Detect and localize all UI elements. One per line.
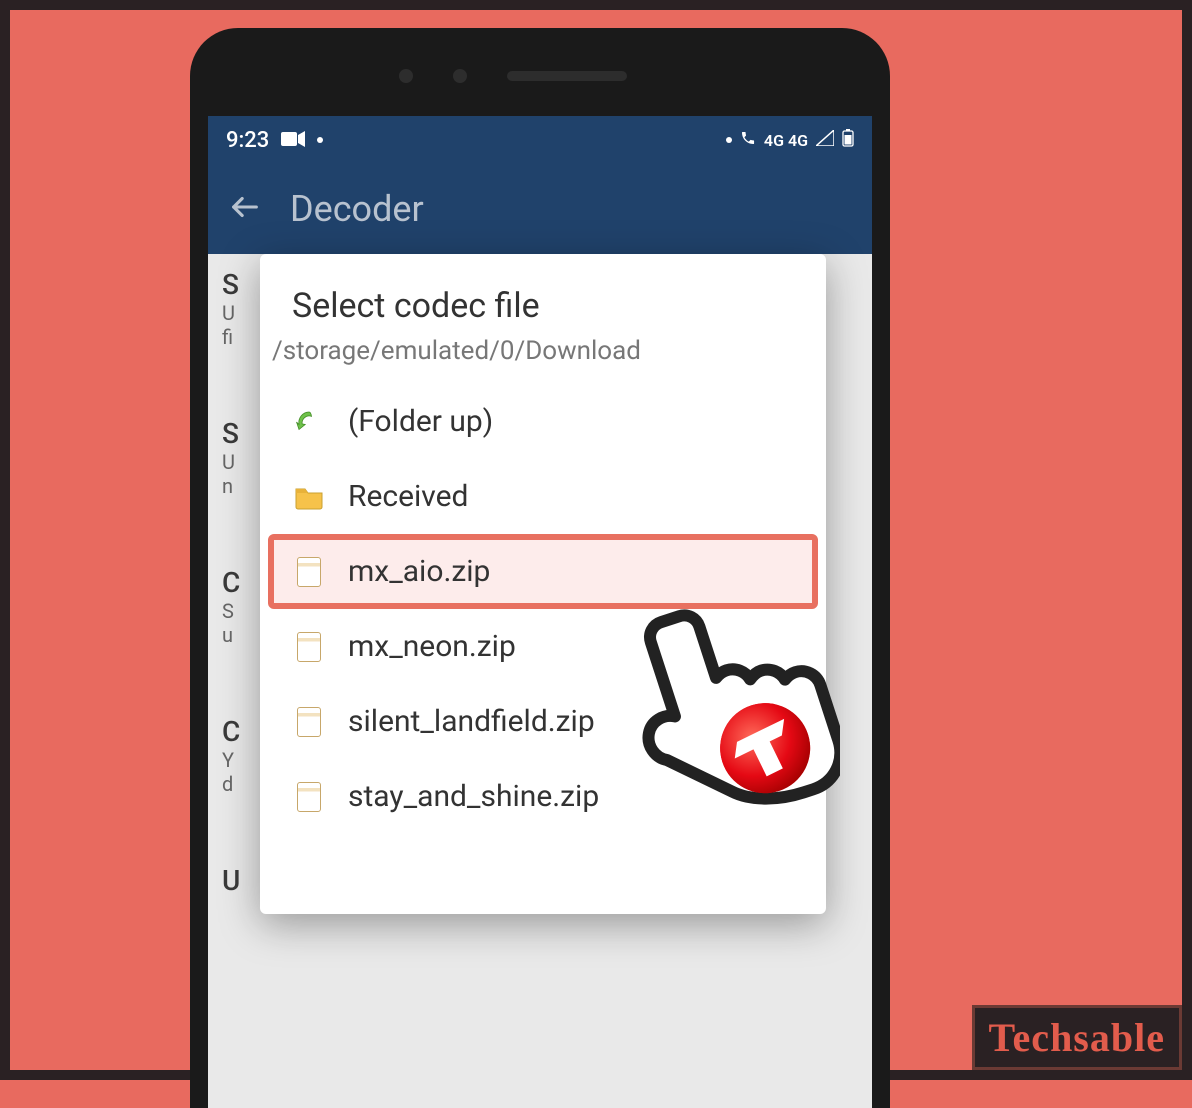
phone-icon <box>740 130 756 150</box>
phone-screen: 9:23 4G 4G <box>208 116 872 1108</box>
file-label: stay_and_shine.zip <box>348 779 599 814</box>
dot-icon <box>726 137 732 143</box>
folder-up-label: (Folder up) <box>348 404 493 439</box>
phone-sensors <box>208 46 872 106</box>
document-icon <box>292 555 326 589</box>
battery-icon <box>842 129 854 151</box>
network-label: 4G 4G <box>764 131 808 150</box>
file-label: silent_landfield.zip <box>348 704 595 739</box>
folder-up-item[interactable]: (Folder up) <box>268 384 818 459</box>
document-icon <box>292 705 326 739</box>
watermark: Techsable <box>972 1005 1182 1070</box>
file-label: mx_aio.zip <box>348 554 490 589</box>
file-item[interactable]: mx_aio.zip <box>268 534 818 609</box>
phone-frame: 9:23 4G 4G <box>190 28 890 1108</box>
file-picker-dialog: Select codec file /storage/emulated/0/Do… <box>260 254 826 914</box>
folder-icon <box>292 480 326 514</box>
folder-label: Received <box>348 479 468 514</box>
videocam-icon <box>281 128 305 153</box>
file-label: mx_neon.zip <box>348 629 516 664</box>
back-icon[interactable] <box>228 190 262 228</box>
dot-icon <box>317 137 323 143</box>
status-time: 9:23 <box>226 128 269 153</box>
dialog-path: /storage/emulated/0/Download <box>268 336 818 384</box>
signal-icon <box>816 130 834 150</box>
file-item[interactable]: stay_and_shine.zip <box>268 759 818 834</box>
file-item[interactable]: mx_neon.zip <box>268 609 818 684</box>
page-title: Decoder <box>290 188 424 230</box>
dialog-title: Select codec file <box>268 282 818 336</box>
background-content: SUfiSUnCSuCYdU Select codec file /storag… <box>208 254 872 1108</box>
file-item[interactable]: silent_landfield.zip <box>268 684 818 759</box>
document-icon <box>292 630 326 664</box>
folder-item[interactable]: Received <box>268 459 818 534</box>
document-icon <box>292 780 326 814</box>
folder-up-icon <box>292 405 326 439</box>
app-bar: Decoder <box>208 164 872 254</box>
status-bar: 9:23 4G 4G <box>208 116 872 164</box>
